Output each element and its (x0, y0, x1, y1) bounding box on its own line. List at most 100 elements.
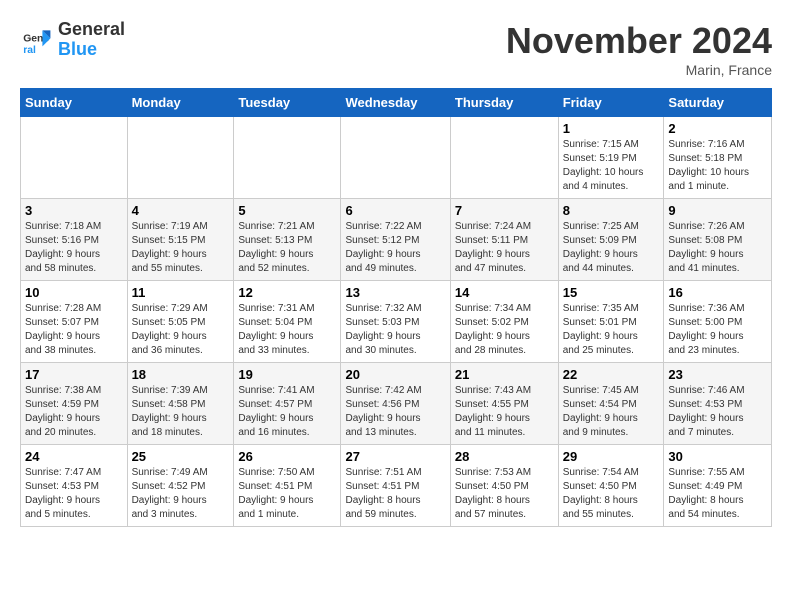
calendar-cell: 28 Sunrise: 7:53 AM Sunset: 4:50 PM Dayli… (450, 445, 558, 527)
calendar-cell (234, 117, 341, 199)
calendar-cell (341, 117, 450, 199)
day-info: Sunrise: 7:35 AM Sunset: 5:01 PM Dayligh… (563, 302, 660, 358)
calendar-cell: 11Sunrise: 7:29 AM Sunset: 5:05 PM Dayli… (127, 281, 234, 363)
day-number: 4 (132, 203, 230, 218)
calendar-cell (450, 117, 558, 199)
day-info: Sunrise: 7:32 AM Sunset: 5:03 PM Dayligh… (345, 302, 445, 358)
calendar-cell: 21Sunrise: 7:43 AM Sunset: 4:55 PM Dayli… (450, 363, 558, 445)
page-header: Gene ral General Blue November 2024 Mari… (20, 20, 772, 78)
day-info: Sunrise: 7:46 AM Sunset: 4:53 PM Dayligh… (668, 384, 767, 440)
day-info: Sunrise: 7:31 AM Sunset: 5:04 PM Dayligh… (238, 302, 336, 358)
weekday-header: Monday (127, 89, 234, 117)
logo: Gene ral General Blue (20, 20, 125, 60)
day-info: Sunrise: 7:53 AM Sunset: 4:50 PM Dayligh… (455, 466, 554, 522)
weekday-header: Wednesday (341, 89, 450, 117)
weekday-header: Saturday (664, 89, 772, 117)
day-info: Sunrise: 7:21 AM Sunset: 5:13 PM Dayligh… (238, 220, 336, 276)
weekday-header-row: SundayMondayTuesdayWednesdayThursdayFrid… (21, 89, 772, 117)
calendar-cell: 10 Sunrise: 7:28 AM Sunset: 5:07 PM Dayli… (21, 281, 128, 363)
calendar-cell: 13 Sunrise: 7:32 AM Sunset: 5:03 PM Dayli… (341, 281, 450, 363)
day-number: 11 (132, 285, 230, 300)
calendar-cell: 3Sunrise: 7:18 AM Sunset: 5:16 PM Daylig… (21, 199, 128, 281)
day-number: 23 (668, 367, 767, 382)
day-number: 19 (238, 367, 336, 382)
day-number: 6 (345, 203, 445, 218)
day-number: 12 (238, 285, 336, 300)
logo-text: General Blue (58, 20, 125, 60)
day-number: 25 (132, 449, 230, 464)
day-info: Sunrise: 7:55 AM Sunset: 4:49 PM Dayligh… (668, 466, 767, 522)
calendar-cell (21, 117, 128, 199)
day-number: 27 (345, 449, 445, 464)
weekday-header: Sunday (21, 89, 128, 117)
calendar-cell: 12 Sunrise: 7:31 AM Sunset: 5:04 PM Dayli… (234, 281, 341, 363)
day-number: 26 (238, 449, 336, 464)
day-info: Sunrise: 7:34 AM Sunset: 5:02 PM Dayligh… (455, 302, 554, 358)
calendar-week-row: 17Sunrise: 7:38 AM Sunset: 4:59 PM Dayli… (21, 363, 772, 445)
day-number: 20 (345, 367, 445, 382)
calendar-cell: 15 Sunrise: 7:35 AM Sunset: 5:01 PM Dayli… (558, 281, 664, 363)
day-number: 15 (563, 285, 660, 300)
day-info: Sunrise: 7:39 AM Sunset: 4:58 PM Dayligh… (132, 384, 230, 440)
calendar-cell: 2Sunrise: 7:16 AM Sunset: 5:18 PM Daylig… (664, 117, 772, 199)
day-info: Sunrise: 7:19 AM Sunset: 5:15 PM Dayligh… (132, 220, 230, 276)
day-info: Sunrise: 7:47 AM Sunset: 4:53 PM Dayligh… (25, 466, 123, 522)
day-number: 8 (563, 203, 660, 218)
calendar-cell: 30 Sunrise: 7:55 AM Sunset: 4:49 PM Dayli… (664, 445, 772, 527)
title-block: November 2024 Marin, France (506, 20, 772, 78)
calendar-cell: 22Sunrise: 7:45 AM Sunset: 4:54 PM Dayli… (558, 363, 664, 445)
location: Marin, France (506, 62, 772, 78)
day-number: 21 (455, 367, 554, 382)
day-number: 9 (668, 203, 767, 218)
day-info: Sunrise: 7:54 AM Sunset: 4:50 PM Dayligh… (563, 466, 660, 522)
calendar-week-row: 3Sunrise: 7:18 AM Sunset: 5:16 PM Daylig… (21, 199, 772, 281)
day-info: Sunrise: 7:15 AM Sunset: 5:19 PM Dayligh… (563, 138, 660, 194)
calendar-cell: 7 Sunrise: 7:24 AM Sunset: 5:11 PM Daylig… (450, 199, 558, 281)
logo-icon: Gene ral (20, 24, 52, 56)
calendar-cell: 4 Sunrise: 7:19 AM Sunset: 5:15 PM Daylig… (127, 199, 234, 281)
day-number: 17 (25, 367, 123, 382)
calendar-cell (127, 117, 234, 199)
calendar-cell: 20Sunrise: 7:42 AM Sunset: 4:56 PM Dayli… (341, 363, 450, 445)
day-number: 16 (668, 285, 767, 300)
day-number: 1 (563, 121, 660, 136)
day-number: 5 (238, 203, 336, 218)
day-number: 28 (455, 449, 554, 464)
calendar-cell: 1 Sunrise: 7:15 AM Sunset: 5:19 PM Daylig… (558, 117, 664, 199)
day-info: Sunrise: 7:22 AM Sunset: 5:12 PM Dayligh… (345, 220, 445, 276)
day-number: 2 (668, 121, 767, 136)
calendar-cell: 9 Sunrise: 7:26 AM Sunset: 5:08 PM Daylig… (664, 199, 772, 281)
day-number: 29 (563, 449, 660, 464)
calendar-cell: 27 Sunrise: 7:51 AM Sunset: 4:51 PM Dayli… (341, 445, 450, 527)
calendar-cell: 6 Sunrise: 7:22 AM Sunset: 5:12 PM Daylig… (341, 199, 450, 281)
calendar-cell: 5 Sunrise: 7:21 AM Sunset: 5:13 PM Daylig… (234, 199, 341, 281)
day-number: 13 (345, 285, 445, 300)
day-info: Sunrise: 7:24 AM Sunset: 5:11 PM Dayligh… (455, 220, 554, 276)
svg-text:ral: ral (23, 45, 36, 56)
day-info: Sunrise: 7:28 AM Sunset: 5:07 PM Dayligh… (25, 302, 123, 358)
calendar-cell: 18Sunrise: 7:39 AM Sunset: 4:58 PM Dayli… (127, 363, 234, 445)
calendar-cell: 29 Sunrise: 7:54 AM Sunset: 4:50 PM Dayli… (558, 445, 664, 527)
weekday-header: Friday (558, 89, 664, 117)
calendar-cell: 19 Sunrise: 7:41 AM Sunset: 4:57 PM Dayli… (234, 363, 341, 445)
weekday-header: Thursday (450, 89, 558, 117)
calendar-cell: 23 Sunrise: 7:46 AM Sunset: 4:53 PM Dayli… (664, 363, 772, 445)
day-info: Sunrise: 7:51 AM Sunset: 4:51 PM Dayligh… (345, 466, 445, 522)
calendar-cell: 17Sunrise: 7:38 AM Sunset: 4:59 PM Dayli… (21, 363, 128, 445)
day-info: Sunrise: 7:49 AM Sunset: 4:52 PM Dayligh… (132, 466, 230, 522)
calendar-week-row: 24Sunrise: 7:47 AM Sunset: 4:53 PM Dayli… (21, 445, 772, 527)
day-number: 10 (25, 285, 123, 300)
month-title: November 2024 (506, 20, 772, 62)
day-number: 14 (455, 285, 554, 300)
calendar-cell: 14 Sunrise: 7:34 AM Sunset: 5:02 PM Dayli… (450, 281, 558, 363)
day-info: Sunrise: 7:41 AM Sunset: 4:57 PM Dayligh… (238, 384, 336, 440)
calendar-week-row: 1 Sunrise: 7:15 AM Sunset: 5:19 PM Daylig… (21, 117, 772, 199)
day-info: Sunrise: 7:50 AM Sunset: 4:51 PM Dayligh… (238, 466, 336, 522)
day-info: Sunrise: 7:18 AM Sunset: 5:16 PM Dayligh… (25, 220, 123, 276)
day-number: 30 (668, 449, 767, 464)
day-number: 22 (563, 367, 660, 382)
day-number: 7 (455, 203, 554, 218)
calendar-week-row: 10 Sunrise: 7:28 AM Sunset: 5:07 PM Dayli… (21, 281, 772, 363)
day-info: Sunrise: 7:26 AM Sunset: 5:08 PM Dayligh… (668, 220, 767, 276)
calendar-cell: 24Sunrise: 7:47 AM Sunset: 4:53 PM Dayli… (21, 445, 128, 527)
